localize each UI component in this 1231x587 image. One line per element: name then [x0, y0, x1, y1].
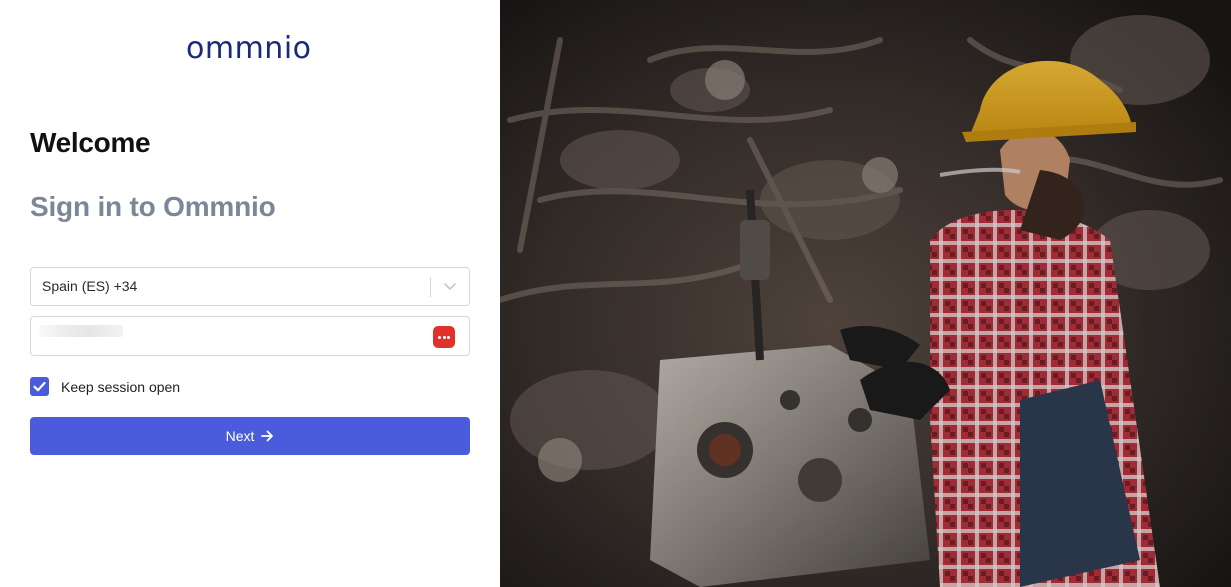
- phone-input-value: [39, 325, 123, 337]
- arrow-right-icon: [261, 430, 274, 442]
- country-select[interactable]: Spain (ES) +34: [30, 267, 470, 306]
- next-button-label: Next: [225, 428, 255, 444]
- page-subtitle: Sign in to Ommnio: [30, 191, 276, 222]
- chevron-down-icon[interactable]: [443, 279, 457, 293]
- next-button[interactable]: Next: [30, 417, 470, 455]
- keep-session-checkbox[interactable]: [30, 377, 49, 396]
- hero-photo: [500, 0, 1231, 587]
- ommnio-logo: ommnio: [186, 31, 312, 66]
- keep-session-label: Keep session open: [61, 379, 181, 395]
- mechanic-photo: [500, 0, 1231, 587]
- password-manager-icon[interactable]: [433, 326, 455, 348]
- phone-input[interactable]: [30, 316, 470, 356]
- country-select-value: Spain (ES) +34: [42, 278, 138, 294]
- select-divider: [430, 277, 431, 297]
- checkmark-icon: [33, 381, 46, 392]
- page-title: Welcome: [30, 127, 151, 158]
- login-panel: ommnio Welcome Sign in to Ommnio Spain (…: [0, 0, 500, 587]
